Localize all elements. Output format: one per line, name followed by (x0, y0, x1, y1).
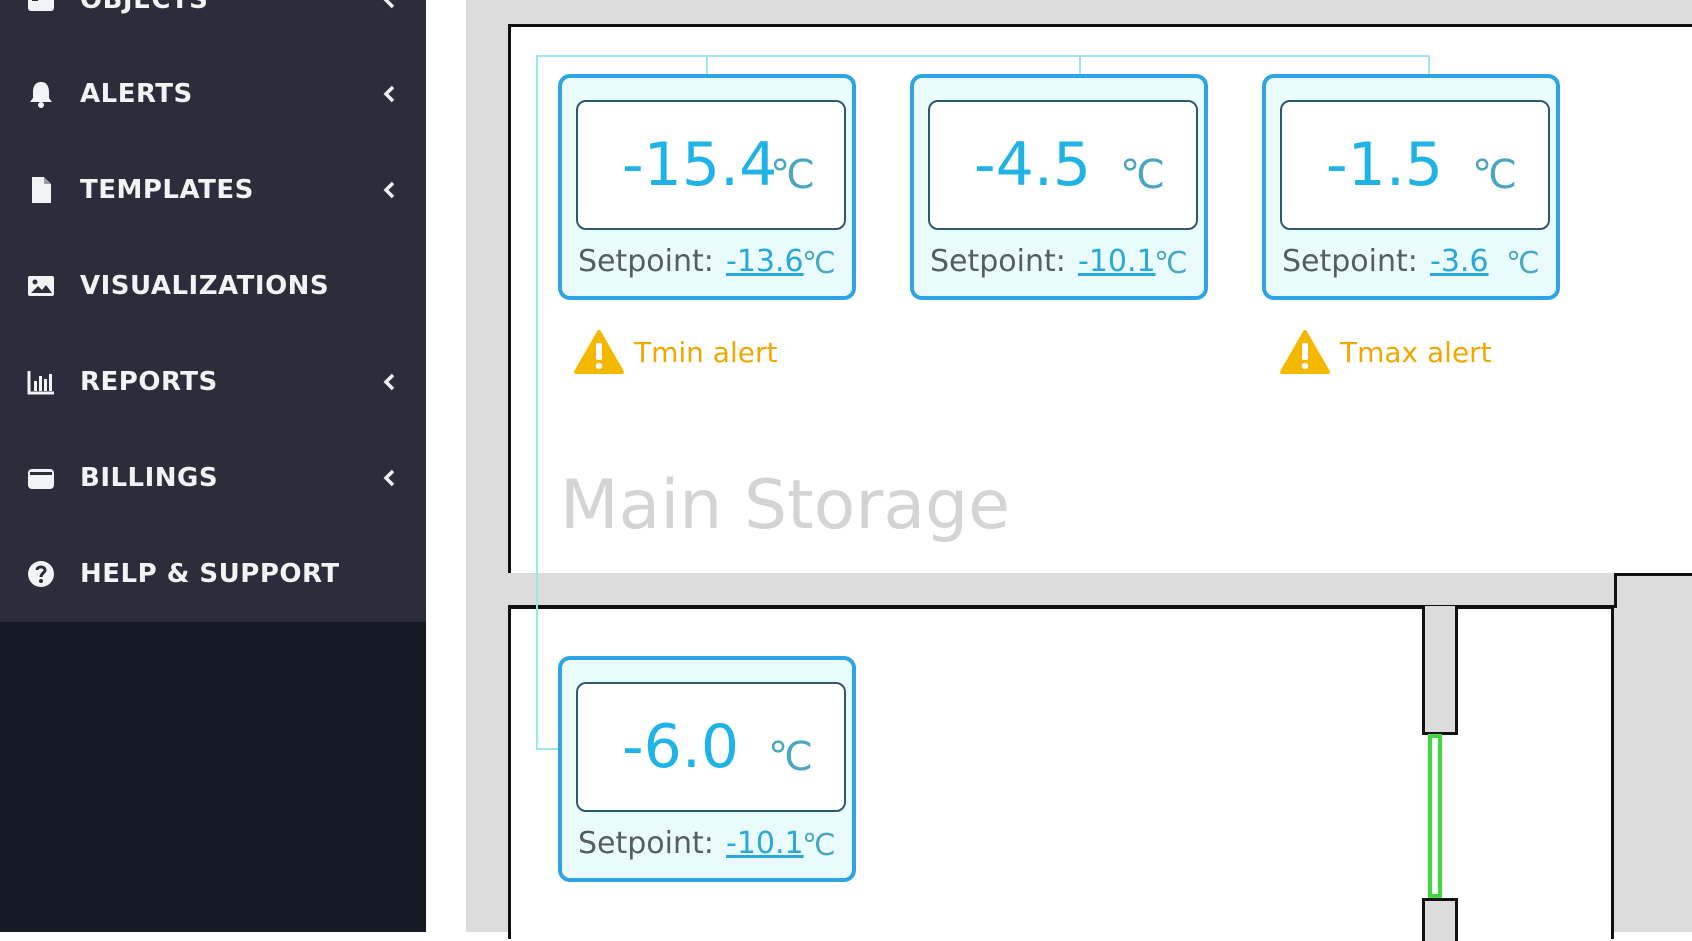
help-circle-icon (26, 559, 56, 589)
chevron-left-icon (380, 181, 398, 199)
setpoint-unit: ℃ (802, 246, 836, 281)
sensor-card[interactable]: -15.4 ℃ Setpoint: -13.6 ℃ (558, 74, 856, 300)
sidebar: OBJECTS ALERTS TEMPLATES VISUALIZATIONS … (0, 0, 426, 932)
floor-plan: -15.4 ℃ Setpoint: -13.6 ℃ -4.5 ℃ Setpoin… (426, 0, 1692, 941)
setpoint-unit: ℃ (1506, 246, 1540, 281)
sensor-card[interactable]: -6.0 ℃ Setpoint: -10.1 ℃ (558, 656, 856, 882)
setpoint-label: Setpoint: (930, 244, 1066, 279)
sensor-wire (1428, 55, 1430, 75)
setpoint-unit: ℃ (802, 828, 836, 863)
sensor-card[interactable]: -4.5 ℃ Setpoint: -10.1 ℃ (910, 74, 1208, 300)
setpoint-value-link[interactable]: -3.6 (1430, 242, 1489, 282)
sidebar-menu: OBJECTS ALERTS TEMPLATES VISUALIZATIONS … (0, 0, 426, 622)
temperature-display: -15.4 ℃ (576, 100, 846, 230)
sidebar-item-reports[interactable]: REPORTS (0, 334, 426, 430)
sidebar-item-label: REPORTS (80, 367, 218, 397)
room-title: Main Storage (560, 466, 1011, 545)
wallet-icon (26, 463, 56, 493)
setpoint-label: Setpoint: (578, 826, 714, 861)
setpoint-label: Setpoint: (1282, 244, 1418, 279)
sidebar-item-label: ALERTS (80, 79, 193, 109)
temperature-display: -1.5 ℃ (1280, 100, 1550, 230)
warning-icon (574, 329, 624, 375)
chevron-left-icon (380, 0, 398, 9)
chevron-left-icon (380, 373, 398, 391)
setpoint-unit: ℃ (1154, 246, 1188, 281)
temperature-value: -6.0 (622, 712, 740, 782)
temperature-unit: ℃ (1472, 152, 1517, 198)
temperature-unit: ℃ (770, 152, 815, 198)
tmin-alert[interactable]: Tmin alert (574, 328, 777, 376)
temperature-unit: ℃ (768, 734, 813, 780)
chevron-left-icon (380, 85, 398, 103)
sidebar-item-label: BILLINGS (80, 463, 219, 493)
bell-icon (26, 79, 56, 109)
sidebar-item-label: VISUALIZATIONS (80, 271, 330, 301)
sidebar-item-help-support[interactable]: HELP & SUPPORT (0, 526, 426, 622)
partition-wall (1422, 898, 1458, 941)
sidebar-item-billings[interactable]: BILLINGS (0, 430, 426, 526)
file-icon (26, 175, 56, 205)
temperature-value: -4.5 (974, 130, 1092, 200)
door[interactable] (1428, 734, 1442, 898)
temperature-display: -4.5 ℃ (928, 100, 1198, 230)
sidebar-item-label: OBJECTS (80, 0, 209, 15)
alert-label: Tmin alert (634, 335, 778, 369)
sensor-wire (536, 55, 1430, 57)
bar-chart-icon (26, 367, 56, 397)
sidebar-item-templates[interactable]: TEMPLATES (0, 142, 426, 238)
sidebar-item-visualizations[interactable]: VISUALIZATIONS (0, 238, 426, 334)
alert-label: Tmax alert (1340, 335, 1492, 369)
setpoint-value-link[interactable]: -10.1 (1078, 242, 1156, 282)
sensor-wire (1079, 55, 1081, 75)
sensor-wire (706, 55, 708, 75)
sidebar-item-objects[interactable]: OBJECTS (0, 0, 426, 48)
sidebar-item-label: TEMPLATES (80, 175, 254, 205)
sidebar-item-label: HELP & SUPPORT (80, 559, 340, 589)
sidebar-item-alerts[interactable]: ALERTS (0, 46, 426, 142)
corridor-wall (508, 573, 1617, 608)
temperature-unit: ℃ (1120, 152, 1165, 198)
setpoint-label: Setpoint: (578, 244, 714, 279)
temperature-value: -1.5 (1326, 130, 1444, 200)
chevron-left-icon (380, 469, 398, 487)
setpoint-value-link[interactable]: -10.1 (726, 824, 804, 864)
setpoint-value-link[interactable]: -13.6 (726, 242, 804, 282)
sensor-wire (536, 55, 538, 750)
tmax-alert[interactable]: Tmax alert (1280, 328, 1492, 376)
sensor-card[interactable]: -1.5 ℃ Setpoint: -3.6 ℃ (1262, 74, 1560, 300)
objects-icon (26, 0, 56, 15)
image-icon (26, 271, 56, 301)
temperature-display: -6.0 ℃ (576, 682, 846, 812)
temperature-value: -15.4 (622, 130, 778, 200)
warning-icon (1280, 329, 1330, 375)
partition-wall (1422, 606, 1458, 735)
